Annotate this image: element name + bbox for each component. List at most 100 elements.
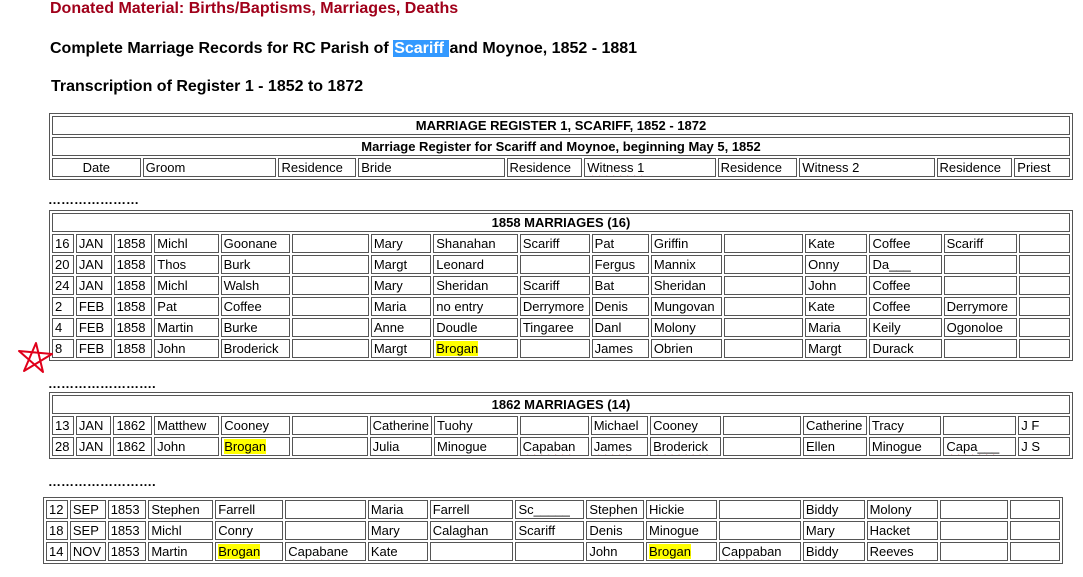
table-cell: Hacket bbox=[866, 521, 939, 540]
cell-text: Durack bbox=[872, 341, 914, 356]
table-cell: Brogan bbox=[646, 542, 717, 561]
table-cell: Ogonoloe bbox=[943, 318, 1018, 337]
register-subtitle: Marriage Register for Scariff and Moynoe… bbox=[52, 137, 1070, 156]
cell-text: Cooney bbox=[224, 418, 270, 433]
table-cell: Michl bbox=[154, 234, 219, 253]
cell-text: Capaban bbox=[522, 439, 576, 454]
table-cell: Burk bbox=[220, 255, 291, 274]
table-cell: Burke bbox=[220, 318, 291, 337]
cell-text: 24 bbox=[55, 278, 70, 293]
cell-text: 1853 bbox=[110, 502, 140, 517]
table-cell bbox=[724, 234, 804, 253]
col-date: Date bbox=[52, 158, 141, 177]
table-row: 20 JAN 1858 Thos Burk Margt Leonard Fergus Manni… bbox=[52, 255, 1070, 274]
table-cell: Minogue bbox=[646, 521, 717, 540]
table-cell bbox=[1010, 521, 1060, 540]
cell-text: 1858 bbox=[116, 320, 146, 335]
cell-text: 1862 bbox=[116, 418, 146, 433]
table-cell: FEB bbox=[75, 339, 112, 358]
table-row: 4 FEB 1858 Martin Burke Anne Doudle Tingaree Dan… bbox=[52, 318, 1070, 337]
table-cell: Michl bbox=[154, 276, 219, 295]
table-cell: Derrymore bbox=[943, 297, 1018, 316]
table-cell: 14 bbox=[46, 542, 68, 561]
section-title-1858: 1858 MARRIAGES (16) bbox=[52, 213, 1070, 232]
cell-text: J F bbox=[1021, 418, 1040, 433]
table-cell: John bbox=[586, 542, 644, 561]
table-cell bbox=[292, 339, 369, 358]
cell-text: Margt bbox=[373, 257, 408, 272]
table-cell: Bat bbox=[591, 276, 649, 295]
cell-text: JAN bbox=[78, 418, 104, 433]
cell-text: Denis bbox=[589, 523, 623, 538]
table-cell bbox=[724, 255, 804, 274]
table-cell: 1853 bbox=[107, 542, 147, 561]
col-groom: Groom bbox=[142, 158, 277, 177]
cell-text: Martin bbox=[157, 320, 194, 335]
table-cell: Sheridan bbox=[433, 276, 518, 295]
table-cell: Margt bbox=[370, 339, 432, 358]
table-cell bbox=[292, 234, 369, 253]
table-cell: Matthew bbox=[154, 416, 220, 435]
separator-dots: ……………………. bbox=[48, 376, 156, 391]
cell-text: Derrymore bbox=[946, 299, 1009, 314]
table-cell: FEB bbox=[75, 297, 112, 316]
table-cell: Sheridan bbox=[650, 276, 723, 295]
table-cell: 1858 bbox=[113, 234, 153, 253]
cell-text: Bat bbox=[594, 278, 615, 293]
table-cell bbox=[429, 542, 514, 561]
table-cell bbox=[724, 297, 804, 316]
selected-text-highlight[interactable]: Scariff bbox=[393, 40, 450, 57]
table-row: 13 JAN 1862 Matthew Cooney Catherine Tuohy Mich… bbox=[52, 416, 1070, 435]
table-cell: Danl bbox=[591, 318, 649, 337]
table-cell: Obrien bbox=[650, 339, 723, 358]
table-cell bbox=[291, 437, 368, 456]
cell-text: Griffin bbox=[653, 236, 689, 251]
cell-text: Thos bbox=[157, 257, 187, 272]
table-cell: Coffee bbox=[220, 297, 291, 316]
table-cell: 1862 bbox=[113, 437, 153, 456]
cell-text: James bbox=[594, 341, 633, 356]
table-cell: Durack bbox=[869, 339, 942, 358]
table-cell: 2 bbox=[52, 297, 74, 316]
table-cell bbox=[940, 542, 1009, 561]
table-cell: Capabane bbox=[285, 542, 366, 561]
hand-drawn-star-icon bbox=[18, 342, 53, 373]
cell-text: Scariff bbox=[946, 236, 984, 251]
table-cell: SEP bbox=[69, 500, 106, 519]
cell-text: Pat bbox=[157, 299, 177, 314]
table-cell bbox=[292, 318, 369, 337]
heading-text-before: Complete Marriage Records for RC Parish … bbox=[50, 40, 394, 57]
table-cell bbox=[515, 542, 585, 561]
cell-text: John bbox=[157, 341, 186, 356]
cell-text: Scariff bbox=[522, 278, 560, 293]
col-residence: Residence bbox=[936, 158, 1013, 177]
cell-text: Farrell bbox=[432, 502, 470, 517]
donated-material-heading[interactable]: Donated Material: Births/Baptisms, Marri… bbox=[50, 0, 458, 18]
cell-text: Catherine bbox=[806, 418, 863, 433]
cell-text: John bbox=[589, 544, 618, 559]
cell-text: Mary bbox=[373, 278, 403, 293]
table-cell: Calaghan bbox=[429, 521, 514, 540]
table-cell: J S bbox=[1018, 437, 1070, 456]
table-cell: Farrell bbox=[429, 500, 514, 519]
table-cell bbox=[1019, 276, 1070, 295]
transcription-heading: Transcription of Register 1 - 1852 to 18… bbox=[51, 78, 364, 95]
table-cell: 1862 bbox=[113, 416, 153, 435]
col-priest: Priest bbox=[1014, 158, 1070, 177]
table-cell: Cooney bbox=[650, 416, 722, 435]
cell-text: Stephen bbox=[151, 502, 200, 517]
cell-text: Molony bbox=[653, 320, 696, 335]
cell-text: 1858 bbox=[116, 341, 146, 356]
table-cell: Scariff bbox=[943, 234, 1018, 253]
cell-text: Reeves bbox=[869, 544, 914, 559]
cell-text: Ogonoloe bbox=[946, 320, 1003, 335]
cell-text: Biddy bbox=[805, 502, 839, 517]
table-row: 8 FEB 1858 John Broderick Margt Brogan James Obr… bbox=[52, 339, 1070, 358]
cell-text: Mary bbox=[373, 236, 403, 251]
cell-text: 1853 bbox=[110, 523, 140, 538]
cell-text: Scariff bbox=[518, 523, 556, 538]
cell-text: Brogan bbox=[218, 544, 261, 559]
cell-text: Margt bbox=[808, 341, 842, 356]
table-cell bbox=[1019, 234, 1070, 253]
table-cell: Griffin bbox=[650, 234, 723, 253]
